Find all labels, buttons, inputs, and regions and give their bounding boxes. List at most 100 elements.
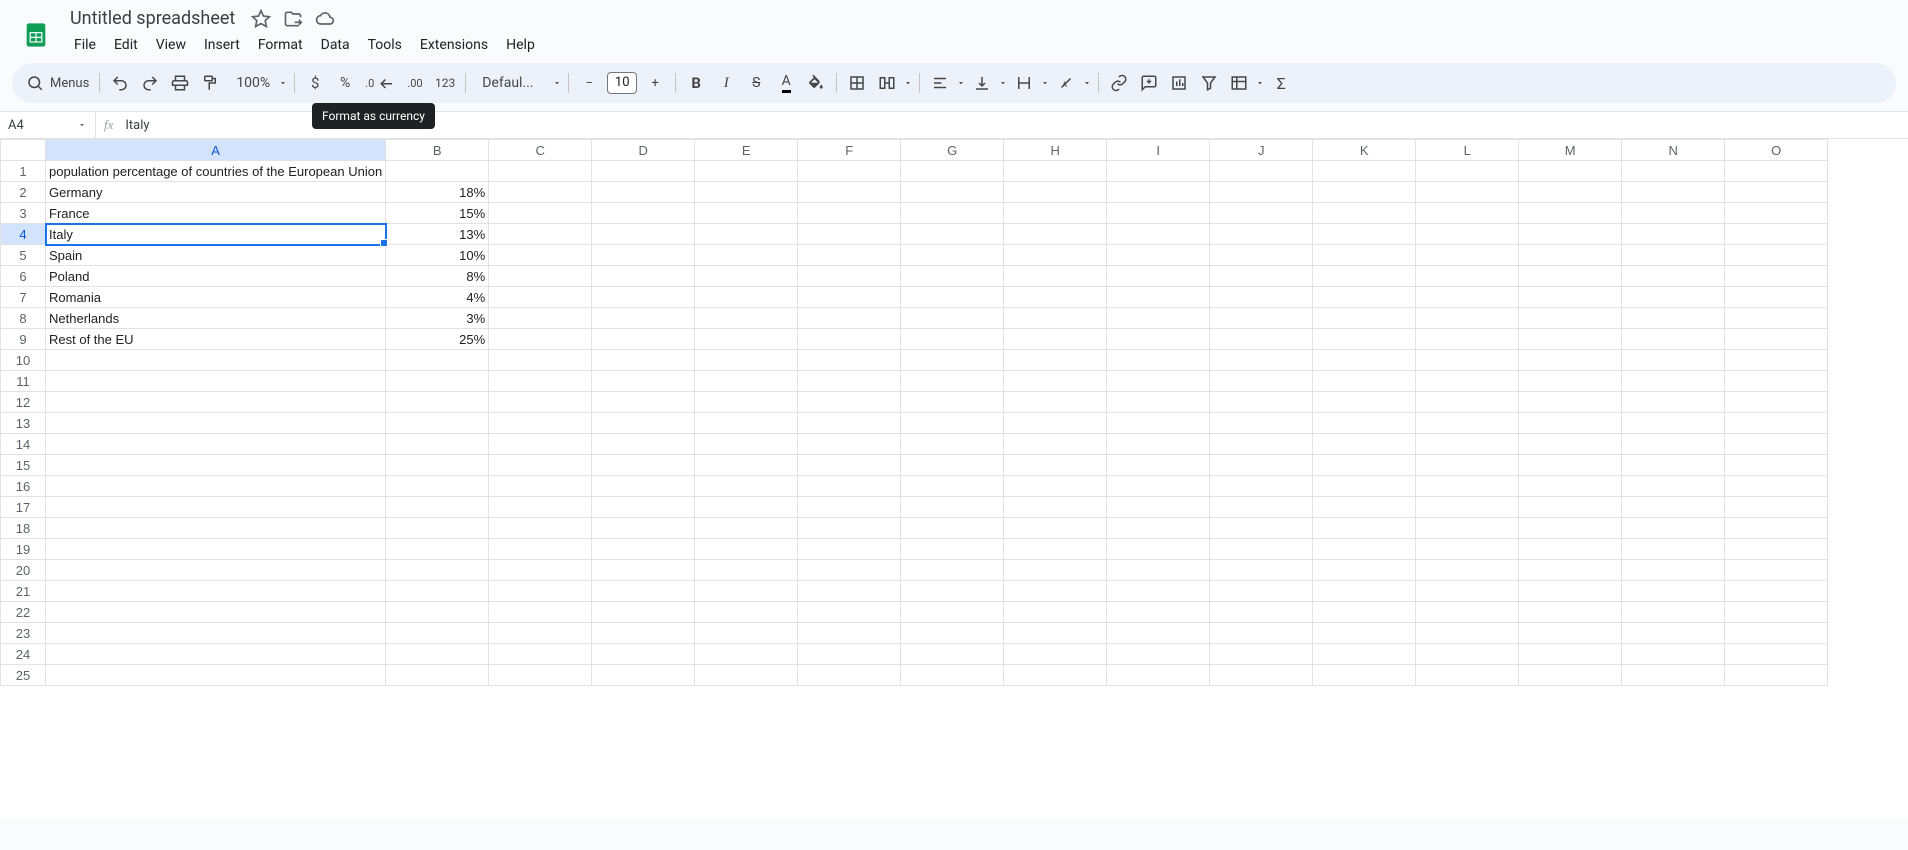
cell-M8[interactable] [1519,308,1622,329]
font-select[interactable]: Defaul... [472,69,550,97]
cell-C10[interactable] [489,350,592,371]
cell-N12[interactable] [1622,392,1725,413]
row-header-3[interactable]: 3 [1,203,46,224]
cell-F8[interactable] [798,308,901,329]
cell-O19[interactable] [1725,539,1828,560]
cell-D19[interactable] [592,539,695,560]
cell-D11[interactable] [592,371,695,392]
cell-A3[interactable]: France [46,203,386,224]
cell-I5[interactable] [1107,245,1210,266]
zoom-select[interactable]: 100% [226,69,276,97]
cell-C21[interactable] [489,581,592,602]
cell-C24[interactable] [489,644,592,665]
cell-G24[interactable] [901,644,1004,665]
cell-L3[interactable] [1416,203,1519,224]
cell-G23[interactable] [901,623,1004,644]
increase-font-button[interactable]: + [641,69,669,97]
cell-O18[interactable] [1725,518,1828,539]
cell-A24[interactable] [46,644,386,665]
cell-G16[interactable] [901,476,1004,497]
cell-F18[interactable] [798,518,901,539]
cell-C7[interactable] [489,287,592,308]
cell-J24[interactable] [1210,644,1313,665]
cell-A16[interactable] [46,476,386,497]
cell-L24[interactable] [1416,644,1519,665]
cell-G11[interactable] [901,371,1004,392]
column-header-F[interactable]: F [798,140,901,161]
chevron-down-icon[interactable] [552,69,562,97]
cell-A2[interactable]: Germany [46,182,386,203]
cell-D12[interactable] [592,392,695,413]
cell-C13[interactable] [489,413,592,434]
cell-K6[interactable] [1313,266,1416,287]
cell-E7[interactable] [695,287,798,308]
cell-I6[interactable] [1107,266,1210,287]
chevron-down-icon[interactable] [1040,69,1050,97]
cell-O20[interactable] [1725,560,1828,581]
cell-M7[interactable] [1519,287,1622,308]
cell-B10[interactable] [386,350,489,371]
cell-C15[interactable] [489,455,592,476]
cell-A23[interactable] [46,623,386,644]
cell-M24[interactable] [1519,644,1622,665]
cell-J11[interactable] [1210,371,1313,392]
cell-L10[interactable] [1416,350,1519,371]
cell-G4[interactable] [901,224,1004,245]
cell-K23[interactable] [1313,623,1416,644]
cell-G8[interactable] [901,308,1004,329]
cell-K4[interactable] [1313,224,1416,245]
cell-F1[interactable] [798,161,901,182]
cell-M13[interactable] [1519,413,1622,434]
cell-N18[interactable] [1622,518,1725,539]
cell-J2[interactable] [1210,182,1313,203]
cell-L18[interactable] [1416,518,1519,539]
spreadsheet-grid[interactable]: ABCDEFGHIJKLMNO1population percentage of… [0,139,1908,819]
cell-E24[interactable] [695,644,798,665]
cell-H4[interactable] [1004,224,1107,245]
cell-F23[interactable] [798,623,901,644]
cell-M12[interactable] [1519,392,1622,413]
row-header-5[interactable]: 5 [1,245,46,266]
cell-M19[interactable] [1519,539,1622,560]
row-header-18[interactable]: 18 [1,518,46,539]
cell-M17[interactable] [1519,497,1622,518]
cell-H21[interactable] [1004,581,1107,602]
cell-G21[interactable] [901,581,1004,602]
cell-L12[interactable] [1416,392,1519,413]
cell-L25[interactable] [1416,665,1519,686]
halign-button[interactable] [926,69,954,97]
cell-F5[interactable] [798,245,901,266]
table-view-button[interactable] [1225,69,1253,97]
functions-button[interactable]: Σ [1267,69,1295,97]
cell-E4[interactable] [695,224,798,245]
cell-I24[interactable] [1107,644,1210,665]
cell-C5[interactable] [489,245,592,266]
cell-E3[interactable] [695,203,798,224]
cell-G18[interactable] [901,518,1004,539]
cell-M25[interactable] [1519,665,1622,686]
borders-button[interactable] [843,69,871,97]
cell-D1[interactable] [592,161,695,182]
menu-file[interactable]: File [66,33,104,57]
cell-H1[interactable] [1004,161,1107,182]
cell-D10[interactable] [592,350,695,371]
fill-color-button[interactable] [802,69,830,97]
cell-I23[interactable] [1107,623,1210,644]
cell-F7[interactable] [798,287,901,308]
cell-E22[interactable] [695,602,798,623]
cell-M11[interactable] [1519,371,1622,392]
cell-N7[interactable] [1622,287,1725,308]
cell-D15[interactable] [592,455,695,476]
cell-K5[interactable] [1313,245,1416,266]
cell-E25[interactable] [695,665,798,686]
cell-G3[interactable] [901,203,1004,224]
cell-A15[interactable] [46,455,386,476]
cell-N20[interactable] [1622,560,1725,581]
cell-J13[interactable] [1210,413,1313,434]
cell-B21[interactable] [386,581,489,602]
cell-O16[interactable] [1725,476,1828,497]
cell-A14[interactable] [46,434,386,455]
cell-G22[interactable] [901,602,1004,623]
cell-D7[interactable] [592,287,695,308]
cell-L1[interactable] [1416,161,1519,182]
